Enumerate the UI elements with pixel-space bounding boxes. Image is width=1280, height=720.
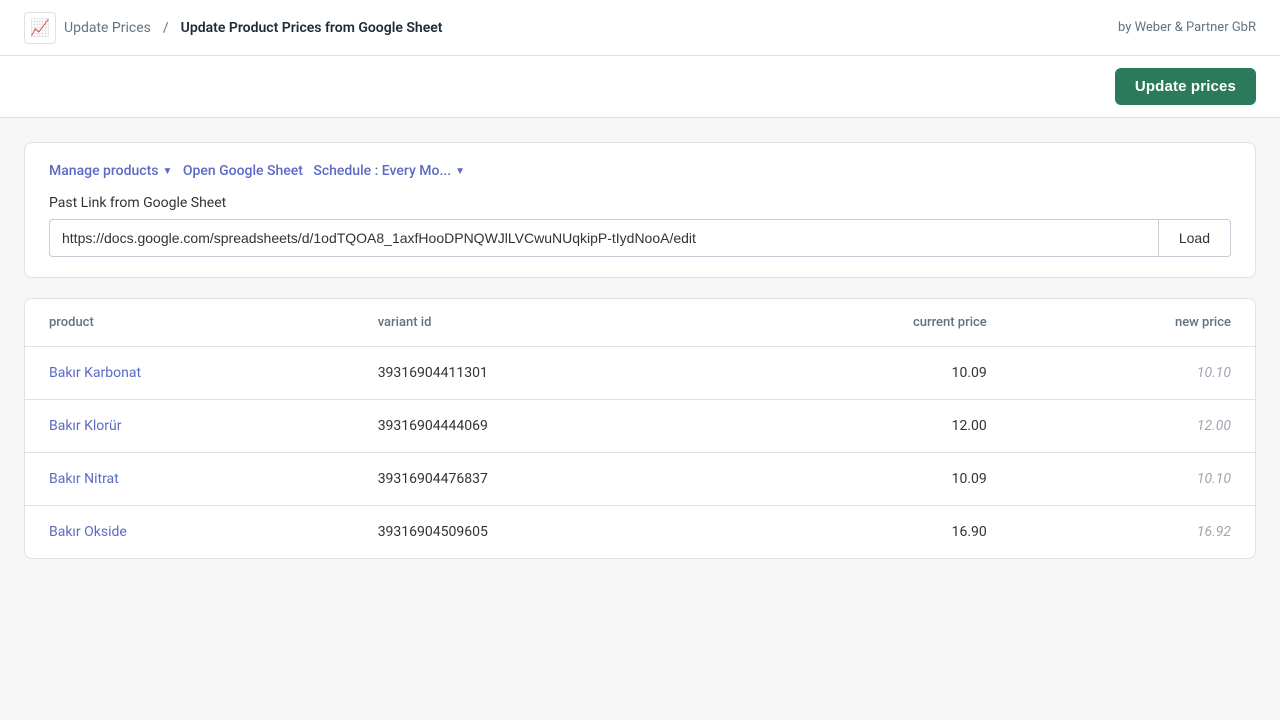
breadcrumb: 📈 Update Prices / Update Product Prices … [24, 12, 442, 44]
open-google-sheet-link[interactable]: Open Google Sheet [183, 163, 303, 179]
action-bar: Manage products ▼ Open Google Sheet Sche… [49, 163, 1231, 179]
manage-products-link[interactable]: Manage products ▼ [49, 163, 172, 179]
author-label: by Weber & Partner GbR [1118, 20, 1256, 35]
variant-id-cell: 39316904444069 [354, 400, 725, 453]
table-row: Bakır Okside 39316904509605 16.90 16.92 [25, 506, 1255, 559]
variant-id-cell: 39316904411301 [354, 347, 725, 400]
load-button[interactable]: Load [1158, 220, 1230, 256]
current-price-cell: 10.09 [725, 453, 1011, 506]
new-price-cell: 12.00 [1011, 400, 1255, 453]
current-price-cell: 12.00 [725, 400, 1011, 453]
app-icon: 📈 [24, 12, 56, 44]
table-header-row: product variant id current price new pri… [25, 299, 1255, 347]
variant-id-cell: 39316904476837 [354, 453, 725, 506]
product-cell[interactable]: Bakır Okside [25, 506, 354, 559]
col-new-price: new price [1011, 299, 1255, 347]
update-prices-button[interactable]: Update prices [1115, 68, 1256, 105]
breadcrumb-parent[interactable]: Update Prices [64, 20, 151, 36]
table-row: Bakır Nitrat 39316904476837 10.09 10.10 [25, 453, 1255, 506]
chevron-down-icon: ▼ [162, 166, 172, 177]
schedule-chevron-icon: ▼ [455, 166, 465, 177]
toolbar: Update prices [0, 56, 1280, 118]
table-row: Bakır Klorür 39316904444069 12.00 12.00 [25, 400, 1255, 453]
product-cell[interactable]: Bakır Karbonat [25, 347, 354, 400]
input-label: Past Link from Google Sheet [49, 195, 1231, 211]
current-price-cell: 16.90 [725, 506, 1011, 559]
product-cell[interactable]: Bakır Klorür [25, 400, 354, 453]
schedule-link[interactable]: Schedule : Every Mo... ▼ [313, 163, 465, 179]
new-price-cell: 10.10 [1011, 453, 1255, 506]
table-row: Bakır Karbonat 39316904411301 10.09 10.1… [25, 347, 1255, 400]
breadcrumb-current: Update Product Prices from Google Sheet [181, 20, 443, 36]
breadcrumb-separator: / [163, 20, 169, 36]
current-price-cell: 10.09 [725, 347, 1011, 400]
main-content: Manage products ▼ Open Google Sheet Sche… [0, 118, 1280, 583]
new-price-cell: 16.92 [1011, 506, 1255, 559]
google-sheet-url-input[interactable] [50, 220, 1158, 256]
col-current-price: current price [725, 299, 1011, 347]
config-card: Manage products ▼ Open Google Sheet Sche… [24, 142, 1256, 278]
app-header: 📈 Update Prices / Update Product Prices … [0, 0, 1280, 56]
col-variant-id: variant id [354, 299, 725, 347]
new-price-cell: 10.10 [1011, 347, 1255, 400]
product-cell[interactable]: Bakır Nitrat [25, 453, 354, 506]
products-table: product variant id current price new pri… [25, 299, 1255, 558]
col-product: product [25, 299, 354, 347]
url-input-row: Load [49, 219, 1231, 257]
products-table-card: product variant id current price new pri… [24, 298, 1256, 559]
variant-id-cell: 39316904509605 [354, 506, 725, 559]
